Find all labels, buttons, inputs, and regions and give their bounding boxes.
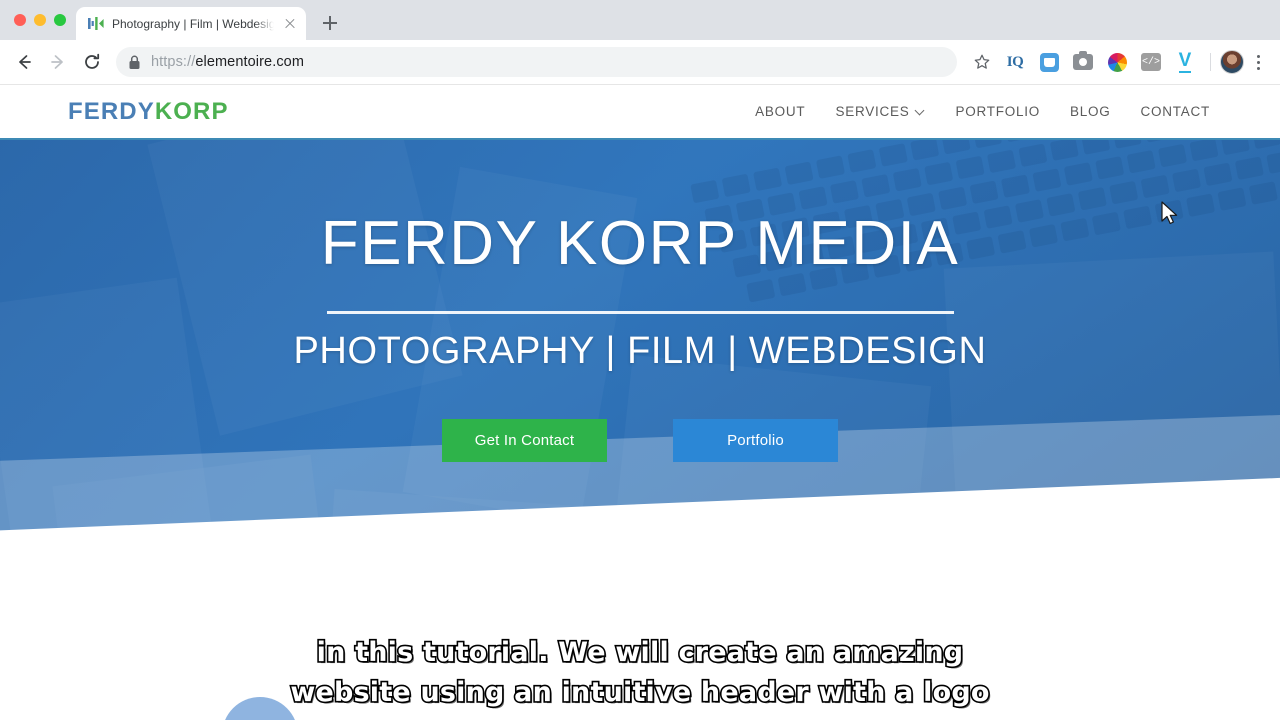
hero-divider [326, 311, 954, 314]
nav-label: SERVICES [835, 104, 910, 119]
page-content: FERDYKORP ABOUT SERVICES PORTFOLIO BLOG … [0, 85, 1280, 720]
nav-item-services[interactable]: SERVICES [835, 104, 925, 119]
blue-document-extension-icon[interactable] [1036, 49, 1062, 75]
star-icon [974, 54, 990, 69]
browser-window: Photography | Film | Webdesign https://e… [0, 0, 1280, 720]
tab-title: Photography | Film | Webdesign [112, 16, 274, 31]
site-logo[interactable]: FERDYKORP [68, 98, 229, 126]
hero-subtitle: PHOTOGRAPHY | FILM | WEBDESIGN [293, 330, 987, 372]
nav-item-blog[interactable]: BLOG [1070, 104, 1111, 119]
nav-label: PORTFOLIO [955, 104, 1040, 119]
ferdykorp-bars-favicon [88, 16, 104, 30]
arrow-left-icon [19, 55, 31, 69]
hero-content: FERDY KORP MEDIA PHOTOGRAPHY | FILM | WE… [0, 140, 1280, 462]
maximize-window-button[interactable] [54, 14, 66, 26]
lock-icon [129, 55, 140, 69]
browser-tab[interactable]: Photography | Film | Webdesign [76, 7, 306, 40]
chevron-down-icon [916, 107, 925, 116]
video-caption: in this tutorial. We will create an amaz… [0, 633, 1280, 713]
nav-item-contact[interactable]: CONTACT [1141, 104, 1211, 119]
nav-label: CONTACT [1140, 104, 1210, 119]
v-extension-icon[interactable]: V [1172, 49, 1198, 75]
minimize-window-button[interactable] [34, 14, 46, 26]
url-host: elementoire.com [195, 54, 305, 70]
browser-toolbar: https://elementoire.com IQ </> V [0, 40, 1280, 85]
close-window-button[interactable] [14, 14, 26, 26]
reload-icon [85, 53, 100, 69]
code-extension-icon[interactable]: </> [1138, 49, 1164, 75]
address-bar[interactable]: https://elementoire.com [116, 47, 957, 77]
url-scheme: https:// [151, 54, 196, 70]
hero-buttons: Get In Contact Portfolio [0, 419, 1280, 462]
caption-line-2: website using an intuitive header with a… [289, 675, 991, 709]
mouse-cursor [1161, 201, 1178, 225]
nav-item-about[interactable]: ABOUT [755, 104, 805, 119]
arrow-right-icon [51, 55, 63, 69]
window-controls [10, 0, 76, 40]
close-icon[interactable] [282, 16, 298, 32]
bookmark-button[interactable] [967, 47, 997, 77]
logo-part-two: KORP [154, 97, 229, 125]
hero-title: FERDY KORP MEDIA [320, 209, 960, 278]
reload-button[interactable] [76, 46, 108, 78]
nav-label: ABOUT [755, 104, 806, 119]
nav-item-portfolio[interactable]: PORTFOLIO [955, 104, 1040, 119]
chrome-menu-button[interactable] [1246, 47, 1270, 77]
avatar[interactable] [1220, 50, 1244, 74]
v-extension-label: V [1178, 50, 1192, 73]
forward-button[interactable] [42, 46, 74, 78]
url-text: https://elementoire.com [151, 54, 304, 70]
get-in-contact-button[interactable]: Get In Contact [442, 419, 607, 462]
iq-extension-label: IQ [1006, 53, 1024, 70]
iq-extension-icon[interactable]: IQ [1002, 49, 1028, 75]
logo-part-one: FERDY [68, 97, 155, 125]
site-navigation: ABOUT SERVICES PORTFOLIO BLOG CONTACT [755, 104, 1210, 119]
camera-screenshot-extension-icon[interactable] [1070, 49, 1096, 75]
tab-strip: Photography | Film | Webdesign [0, 0, 1280, 40]
color-wheel-extension-icon[interactable] [1104, 49, 1130, 75]
code-extension-label: </> [1141, 53, 1161, 71]
caption-line-1: in this tutorial. We will create an amaz… [315, 635, 965, 669]
portfolio-button[interactable]: Portfolio [673, 419, 838, 462]
back-button[interactable] [8, 46, 40, 78]
hero-section: FERDY KORP MEDIA PHOTOGRAPHY | FILM | WE… [0, 138, 1280, 575]
site-header: FERDYKORP ABOUT SERVICES PORTFOLIO BLOG … [0, 85, 1280, 138]
new-tab-button[interactable] [316, 9, 344, 37]
toolbar-divider [1210, 53, 1211, 71]
nav-label: BLOG [1069, 104, 1111, 119]
